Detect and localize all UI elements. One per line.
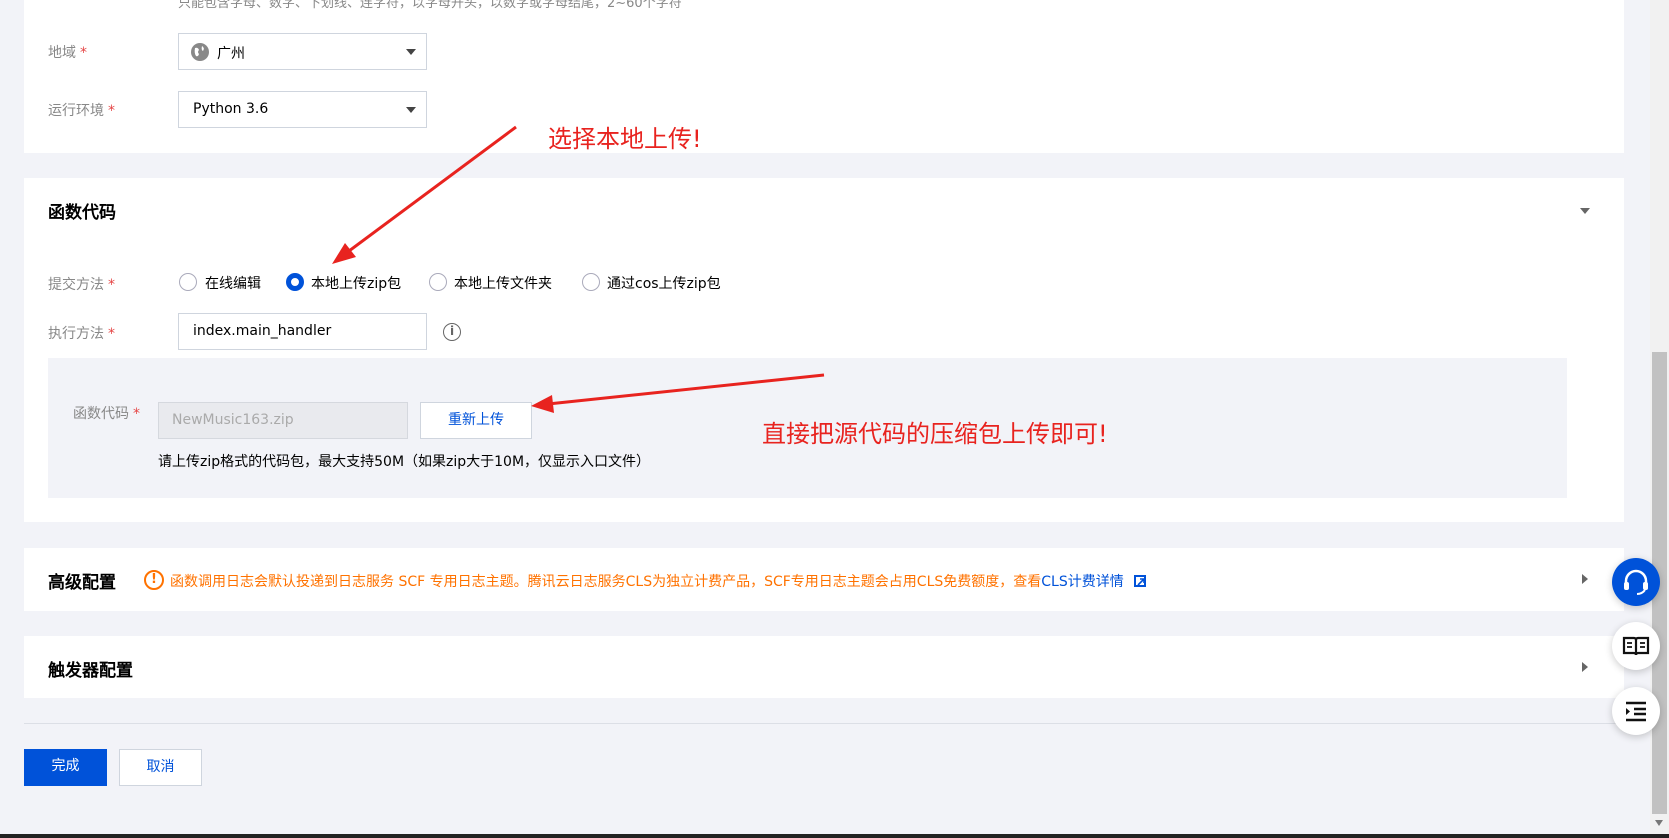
annotation-arrows xyxy=(332,125,825,413)
arrow-to-radio xyxy=(332,125,517,264)
arrow-to-reupload xyxy=(531,373,825,413)
